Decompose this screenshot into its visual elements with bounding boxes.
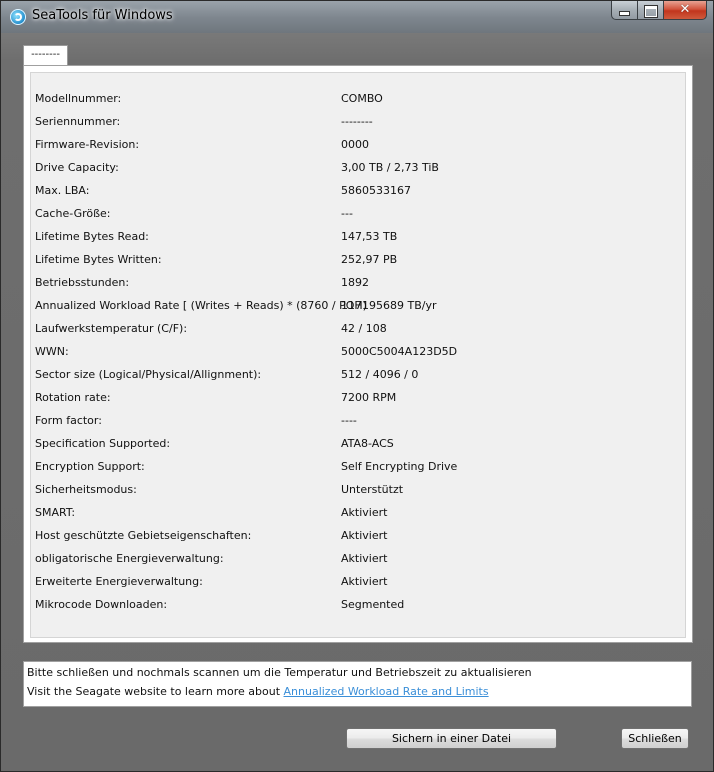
detail-label: Erweiterte Energieverwaltung: — [35, 575, 203, 588]
detail-value: 5860533167 — [341, 184, 411, 197]
detail-label: Modellnummer: — [35, 92, 122, 105]
info-link-prefix: Visit the Seagate website to learn more … — [27, 685, 284, 698]
detail-value: Aktiviert — [341, 575, 388, 588]
detail-label: Lifetime Bytes Read: — [35, 230, 149, 243]
tab-drive[interactable]: -------- — [23, 45, 68, 66]
detail-label: Firmware-Revision: — [35, 138, 140, 151]
detail-label: Annualized Workload Rate [ (Writes + Rea… — [35, 299, 367, 312]
tab-panel: Modellnummer: COMBO Seriennummer: -------- F… — [23, 65, 693, 643]
detail-label: Drive Capacity: — [35, 161, 119, 174]
detail-label: Form factor: — [35, 414, 102, 427]
detail-label: Mikrocode Downloaden: — [35, 598, 168, 611]
detail-value: Aktiviert — [341, 529, 388, 542]
drive-details-panel: Modellnummer: COMBO Seriennummer: -------- F… — [30, 72, 686, 638]
detail-label: WWN: — [35, 345, 69, 358]
detail-value: 0000 — [341, 138, 369, 151]
detail-label: Sector size (Logical/Physical/Allignment… — [35, 368, 262, 381]
close-window-button[interactable]: ✕ — [663, 1, 707, 20]
window-title: SeaTools für Windows — [32, 8, 173, 23]
detail-value: ---- — [341, 414, 357, 427]
detail-value: 147,53 TB — [341, 230, 398, 243]
detail-label: Rotation rate: — [35, 391, 111, 404]
detail-value: 252,97 PB — [341, 253, 398, 266]
detail-value: 5000C5004A123D5D — [341, 345, 458, 358]
seatools-window: SeaTools für Windows ✕ -------- Modellnu… — [0, 0, 714, 772]
detail-value: 117195689 TB/yr — [341, 299, 437, 312]
detail-label: Lifetime Bytes Written: — [35, 253, 162, 266]
detail-label: Host geschützte Gebietseigenschaften: — [35, 529, 252, 542]
minimize-button[interactable] — [611, 1, 637, 20]
detail-label: Cache-Größe: — [35, 207, 111, 220]
detail-label: Laufwerkstemperatur (C/F): — [35, 322, 188, 335]
detail-value: -------- — [341, 115, 373, 128]
detail-value: 7200 RPM — [341, 391, 397, 404]
detail-value: Self Encrypting Drive — [341, 460, 458, 473]
detail-label: Betriebsstunden: — [35, 276, 130, 289]
detail-value: COMBO — [341, 92, 383, 105]
detail-label: Specification Supported: — [35, 437, 171, 450]
detail-label: Seriennummer: — [35, 115, 121, 128]
detail-value: 3,00 TB / 2,73 TiB — [341, 161, 439, 174]
detail-value: 42 / 108 — [341, 322, 387, 335]
detail-value: Aktiviert — [341, 552, 388, 565]
info-link-line: Visit the Seagate website to learn more … — [27, 685, 489, 698]
title-bar[interactable]: SeaTools für Windows ✕ — [1, 1, 713, 33]
close-icon: ✕ — [679, 2, 691, 17]
detail-label: Sicherheitsmodus: — [35, 483, 137, 496]
detail-label: SMART: — [35, 506, 76, 519]
detail-value: 1892 — [341, 276, 369, 289]
save-to-file-button[interactable]: Sichern in einer Datei — [346, 728, 557, 749]
info-message: Bitte schließen und nochmals scannen um … — [27, 666, 532, 679]
maximize-button[interactable] — [637, 1, 663, 20]
seatools-logo-icon — [10, 9, 26, 25]
detail-value: Unterstützt — [341, 483, 404, 496]
close-button[interactable]: Schließen — [621, 728, 689, 749]
detail-label: obligatorische Energieverwaltung: — [35, 552, 224, 565]
detail-label: Max. LBA: — [35, 184, 90, 197]
detail-value: --- — [341, 207, 353, 220]
maximize-icon — [645, 6, 657, 17]
detail-value: ATA8-ACS — [341, 437, 394, 450]
info-box: Bitte schließen und nochmals scannen um … — [23, 661, 692, 707]
detail-label: Encryption Support: — [35, 460, 145, 473]
detail-value: 512 / 4096 / 0 — [341, 368, 419, 381]
detail-value: Aktiviert — [341, 506, 388, 519]
detail-value: Segmented — [341, 598, 405, 611]
minimize-icon — [620, 12, 629, 15]
caption-buttons: ✕ — [611, 1, 707, 21]
workload-rate-link[interactable]: Annualized Workload Rate and Limits — [284, 685, 489, 698]
